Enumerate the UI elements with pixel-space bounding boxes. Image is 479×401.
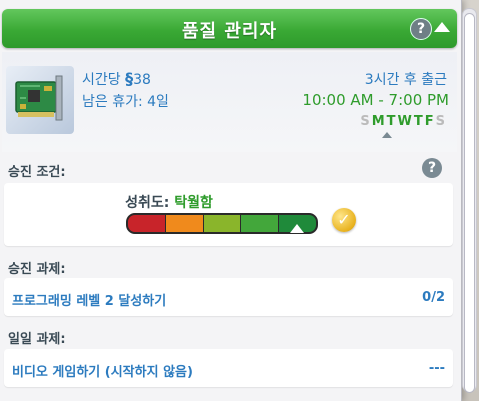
work-day-5: F [424,114,436,129]
performance-segment [241,215,280,232]
today-marker-icon [382,132,392,138]
career-panel: 품질 관리자 ? 시간당 §38 남은 휴가: 4일 3시간 후 출근 10:0… [0,0,462,401]
performance-card: 성취도: 탁월함 ✓ [4,183,453,246]
checkmark-icon: ✓ [332,208,356,232]
work-hours: 10:00 AM - 7:00 PM [302,91,449,109]
performance-segment [165,215,204,232]
scrollbar[interactable] [462,8,477,393]
work-day-1: M [371,114,387,129]
promotion-task-row[interactable]: 프로그래밍 레벨 2 달성하기 0/2 [4,278,453,316]
hourly-wage: 시간당 §38 [82,69,151,89]
performance-value: 탁월함 [174,195,213,211]
work-day-4: T [413,114,425,129]
promotion-label: 승진 조건: [8,165,66,180]
daily-task-progress: --- [428,361,445,376]
scrollbar-thumb[interactable] [464,13,475,393]
collapse-arrow-icon[interactable] [434,22,450,32]
work-day-0: S [360,114,372,129]
performance-segment [128,215,166,232]
performance-label: 성취도: 탁월함 [4,192,334,212]
work-day-3: W [397,114,414,129]
daily-task-row[interactable]: 비디오 게임하기 (시작하지 않음) --- [4,349,453,387]
wage-amount: 38 [133,72,151,88]
promotion-task-progress: 0/2 [422,290,445,305]
work-day-2: T [386,114,398,129]
job-info: 시간당 §38 남은 휴가: 4일 3시간 후 출근 10:00 AM - 7:… [2,52,457,152]
performance-segment [203,215,242,232]
career-title: 품질 관리자 [181,21,278,42]
help-icon[interactable]: ? [410,18,432,40]
daily-tasks-label: 일일 과제: [8,332,66,347]
panel-header: 품질 관리자 ? [2,9,457,48]
promotion-task-text: 프로그래밍 레벨 2 달성하기 [12,294,167,309]
work-days: SMTWTFS [360,114,447,129]
promotion-tasks-label: 승진 과제: [8,262,66,277]
simoleon-icon: § [125,69,134,88]
circuit-board-icon [6,66,74,134]
performance-pointer-icon [289,224,304,233]
time-until-work: 3시간 후 출근 [364,72,447,88]
work-day-6: S [435,114,447,129]
performance-prefix: 성취도: [125,195,175,211]
daily-task-text: 비디오 게임하기 (시작하지 않음) [12,365,193,380]
vacation-days: 남은 휴가: 4일 [82,94,169,110]
promotion-help-icon[interactable]: ? [422,158,442,178]
wage-prefix: 시간당 [82,72,121,88]
